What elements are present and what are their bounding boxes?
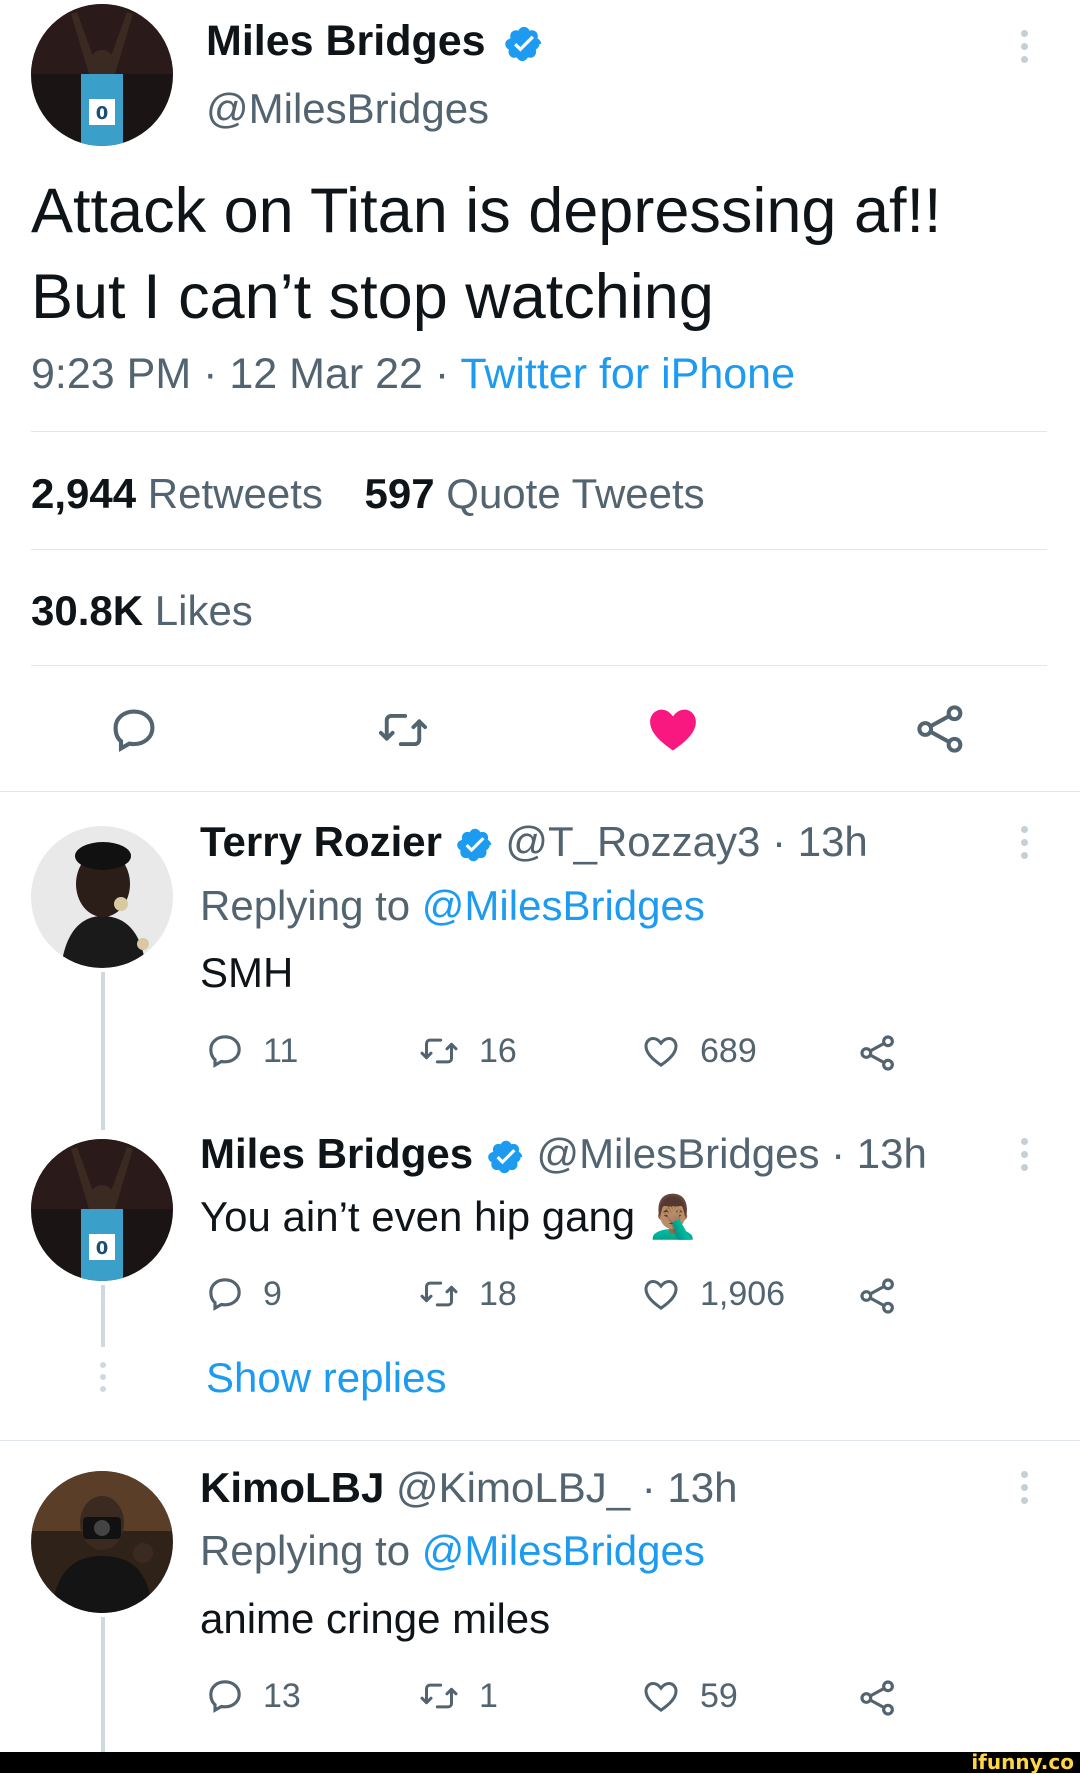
show-replies-link[interactable]: Show replies bbox=[206, 1354, 446, 1402]
share-icon[interactable] bbox=[914, 702, 968, 756]
share-icon[interactable] bbox=[858, 1678, 898, 1718]
reply-count: 11 bbox=[263, 1031, 299, 1070]
verified-badge-icon bbox=[487, 1140, 522, 1174]
divider bbox=[31, 549, 1047, 550]
retweet-button[interactable]: 1 bbox=[417, 1676, 498, 1716]
like-count: 59 bbox=[700, 1676, 738, 1715]
divider bbox=[31, 431, 1047, 432]
reply-icon bbox=[209, 1035, 241, 1068]
verified-badge-icon bbox=[504, 26, 541, 61]
verified-badge-icon bbox=[456, 828, 491, 862]
thread-line bbox=[101, 972, 105, 1130]
retweets-label: Retweets bbox=[147, 470, 323, 517]
reply-text: SMH bbox=[200, 949, 294, 996]
retweets-count: 2,944 bbox=[31, 470, 137, 517]
like-icon bbox=[644, 1279, 678, 1310]
reply-header: Miles Bridges @MilesBridges · 13h bbox=[200, 1130, 927, 1178]
watermark-bar: ifunny.co bbox=[0, 1752, 1080, 1773]
reply-meta[interactable]: @KimoLBJ_ · 13h bbox=[396, 1464, 737, 1511]
share-icon[interactable] bbox=[858, 1276, 898, 1316]
like-icon-filled[interactable] bbox=[645, 701, 701, 757]
thread-dots bbox=[100, 1362, 106, 1392]
tweet-timestamp: 9:23 PM · 12 Mar 22 · Twitter for iPhone bbox=[31, 350, 795, 399]
like-icon bbox=[644, 1036, 678, 1067]
quotes-stat[interactable]: 597 Quote Tweets bbox=[365, 470, 705, 517]
avatar-kimolbj[interactable] bbox=[31, 1471, 173, 1613]
tweet-source-link[interactable]: Twitter for iPhone bbox=[460, 350, 795, 398]
retweet-count: 1 bbox=[479, 1676, 498, 1715]
main-author-name[interactable]: Miles Bridges bbox=[206, 17, 544, 66]
reply-icon bbox=[209, 1278, 241, 1311]
tweet-text-line: But I can’t stop watching bbox=[31, 262, 714, 332]
reply-author-name[interactable]: Miles Bridges bbox=[200, 1130, 473, 1177]
reply-icon[interactable] bbox=[108, 704, 160, 756]
like-count: 1,906 bbox=[700, 1274, 786, 1313]
reply-header: KimoLBJ @KimoLBJ_ · 13h bbox=[200, 1464, 738, 1512]
more-options-icon[interactable] bbox=[1021, 1138, 1031, 1177]
svg-text:0: 0 bbox=[96, 1238, 109, 1259]
replying-to-prefix: Replying to bbox=[200, 1527, 422, 1574]
like-button[interactable]: 1,906 bbox=[640, 1274, 785, 1314]
retweet-icon bbox=[420, 1281, 458, 1307]
retweet-button[interactable]: 18 bbox=[417, 1274, 517, 1314]
main-tweet-text: Attack on Titan is depressing af!! But I… bbox=[31, 168, 942, 340]
replying-to: Replying to @MilesBridges bbox=[200, 882, 705, 930]
more-options-icon[interactable] bbox=[1021, 30, 1031, 69]
retweet-button[interactable]: 16 bbox=[417, 1031, 517, 1071]
replying-to-handle[interactable]: @MilesBridges bbox=[422, 1527, 705, 1574]
timestamp-text[interactable]: 9:23 PM · 12 Mar 22 · bbox=[31, 350, 460, 398]
avatar-miles-bridges[interactable]: 0 bbox=[31, 4, 173, 146]
thread-line bbox=[101, 1285, 105, 1347]
reply-author-name[interactable]: Terry Rozier bbox=[200, 818, 442, 865]
likes-count: 30.8K bbox=[31, 587, 144, 634]
divider bbox=[0, 1440, 1080, 1441]
retweets-stat[interactable]: 2,944 Retweets bbox=[31, 470, 323, 517]
replying-to-prefix: Replying to bbox=[200, 882, 422, 929]
like-button[interactable]: 59 bbox=[640, 1676, 738, 1716]
share-icon[interactable] bbox=[858, 1033, 898, 1073]
reply-button[interactable]: 13 bbox=[205, 1676, 301, 1716]
reply-text: You ain’t even hip gang 🤦🏽‍♂️ bbox=[200, 1193, 700, 1240]
svg-text:0: 0 bbox=[96, 103, 109, 124]
likes-stat[interactable]: 30.8K Likes bbox=[31, 587, 253, 635]
watermark-logo: ifunny.co bbox=[971, 1750, 1074, 1774]
more-options-icon[interactable] bbox=[1021, 1471, 1031, 1510]
reply-count: 13 bbox=[263, 1676, 301, 1715]
like-button[interactable]: 689 bbox=[640, 1031, 757, 1071]
reply-text: anime cringe miles bbox=[200, 1595, 551, 1642]
tweet-text-line: Attack on Titan is depressing af!! bbox=[31, 176, 942, 246]
reply-meta[interactable]: @MilesBridges · 13h bbox=[536, 1130, 926, 1177]
divider bbox=[31, 665, 1047, 666]
replying-to-handle[interactable]: @MilesBridges bbox=[422, 882, 705, 929]
retweet-icon bbox=[420, 1038, 458, 1064]
reply-count: 9 bbox=[263, 1274, 282, 1313]
reply-header: Terry Rozier @T_Rozzay3 · 13h bbox=[200, 818, 868, 866]
retweet-count: 18 bbox=[479, 1274, 517, 1313]
reply-button[interactable]: 11 bbox=[205, 1031, 298, 1071]
likes-label: Likes bbox=[154, 587, 253, 634]
reply-author-name[interactable]: KimoLBJ bbox=[200, 1464, 384, 1511]
avatar-terry-rozier[interactable] bbox=[31, 826, 173, 968]
divider bbox=[0, 791, 1080, 792]
thread-line bbox=[101, 1617, 105, 1752]
replying-to: Replying to @MilesBridges bbox=[200, 1527, 705, 1575]
retweet-count: 16 bbox=[479, 1031, 517, 1070]
quotes-count: 597 bbox=[364, 470, 435, 517]
reply-meta[interactable]: @T_Rozzay3 · 13h bbox=[505, 818, 867, 865]
main-handle[interactable]: @MilesBridges bbox=[206, 85, 489, 133]
avatar-miles-bridges[interactable]: 0 bbox=[31, 1139, 173, 1281]
retweet-icon bbox=[420, 1683, 458, 1709]
reply-button[interactable]: 9 bbox=[205, 1274, 282, 1314]
like-icon bbox=[644, 1681, 678, 1712]
more-options-icon[interactable] bbox=[1021, 826, 1031, 865]
quotes-label: Quote Tweets bbox=[446, 470, 705, 517]
author-name-text[interactable]: Miles Bridges bbox=[206, 17, 486, 65]
reply-icon bbox=[209, 1680, 241, 1713]
like-count: 689 bbox=[700, 1031, 757, 1070]
engagement-stats: 2,944 Retweets 597 Quote Tweets bbox=[31, 470, 705, 518]
retweet-icon[interactable] bbox=[374, 704, 432, 756]
